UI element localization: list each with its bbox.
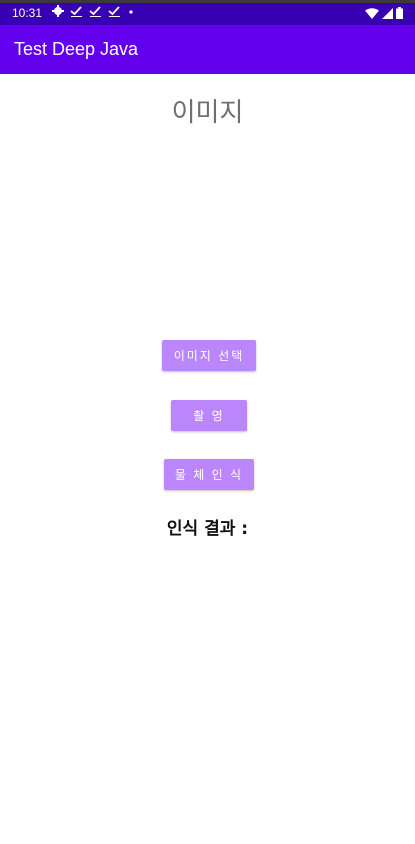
detect-objects-button[interactable]: 물 체 인 식 — [164, 459, 254, 490]
status-bar: 10:31 — [0, 0, 415, 25]
app-title: Test Deep Java — [14, 39, 139, 59]
check-icon — [89, 6, 101, 17]
check-icon — [108, 6, 120, 17]
gear-icon — [52, 5, 64, 17]
image-preview — [60, 140, 355, 330]
battery-icon — [396, 7, 403, 19]
status-time: 10:31 — [12, 6, 43, 20]
check-icon — [70, 6, 82, 17]
wifi-icon — [365, 7, 379, 19]
dot-icon — [129, 10, 133, 14]
app-bar: Test Deep Java — [0, 25, 415, 74]
image-title: 이미지 — [171, 98, 244, 128]
select-image-button[interactable]: 이미지 선택 — [162, 340, 256, 371]
notification-icons — [52, 5, 135, 17]
result-label: 인식 결과 : — [166, 519, 249, 539]
system-icons — [365, 7, 403, 19]
status-bar-top-line — [0, 0, 415, 3]
signal-icon — [382, 7, 393, 19]
capture-button[interactable]: 촬 영 — [171, 400, 247, 431]
